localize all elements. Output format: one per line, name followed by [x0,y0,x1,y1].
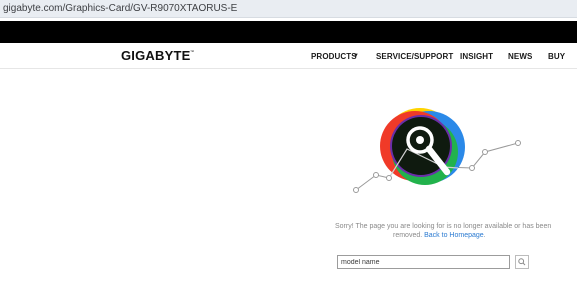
magnifier-on-chart-icon [353,108,521,193]
url-text[interactable]: gigabyte.com/Graphics-Card/GV-R9070XTAOR… [3,2,237,15]
search-button[interactable] [515,255,529,269]
nav-item-buy[interactable]: BUY [548,51,565,62]
chevron-down-icon[interactable]: ▼ [353,51,359,62]
colorful-circle [380,108,465,185]
top-black-bar [0,21,577,43]
main-navigation: GIGABYTE ™ PRODUCTS ▼ SERVICE/SUPPORT IN… [0,43,577,69]
model-name-search-input[interactable] [337,255,510,269]
nav-item-insight[interactable]: INSIGHT [460,51,493,62]
nav-item-products[interactable]: PRODUCTS [311,51,357,62]
search-icon [518,258,526,266]
error-message-line2: removed. Back to Homepage. [393,231,486,240]
back-to-homepage-link[interactable]: Back to Homepage [424,232,484,239]
error-message: Sorry! The page you are looking for is n… [335,223,552,230]
error-message-removed: removed. [393,232,425,239]
browser-address-bar[interactable]: gigabyte.com/Graphics-Card/GV-R9070XTAOR… [0,0,577,18]
nav-item-news[interactable]: NEWS [508,51,532,62]
nav-item-service-support[interactable]: SERVICE/SUPPORT [376,51,453,62]
magnifier-focus-dot [416,136,424,144]
trademark-symbol: ™ [190,49,194,54]
error-message-period: . [483,232,486,239]
gigabyte-logo[interactable]: GIGABYTE [121,49,191,63]
